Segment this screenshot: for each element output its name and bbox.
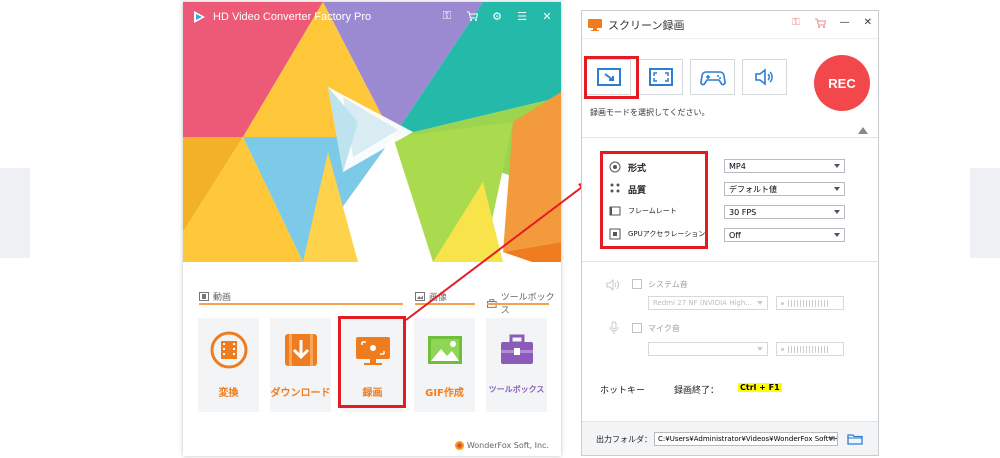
system-sound-label: システム音 — [648, 280, 688, 289]
hotkey-value[interactable]: Ctrl + F1 — [738, 383, 782, 392]
highlight-region-mode — [584, 56, 639, 99]
app-logo-icon — [194, 11, 205, 23]
section-video-label: 動画 — [199, 290, 231, 303]
toolbox-icon — [497, 330, 537, 370]
mic-device-select[interactable] — [648, 342, 768, 356]
mic-label: マイク音 — [648, 324, 680, 333]
mode-game-button[interactable] — [690, 59, 735, 95]
wonderfox-logo-icon — [454, 441, 464, 450]
mic-volume[interactable] — [776, 342, 844, 356]
output-footer: 出力フォルダ： C:¥Users¥Administrator¥Videos¥Wo… — [582, 421, 878, 455]
collapse-arrow-icon[interactable] — [858, 127, 868, 134]
hotkey-label: ホットキー — [600, 386, 646, 396]
mode-audio-button[interactable] — [742, 59, 787, 95]
close-icon[interactable]: ✕ — [539, 8, 555, 24]
framerate-select[interactable]: 30 FPS — [724, 205, 845, 219]
folder-icon[interactable] — [847, 433, 863, 445]
rec-cart-icon[interactable] — [814, 17, 826, 29]
download-icon — [281, 330, 321, 370]
speaker-icon — [754, 68, 773, 86]
separator-1 — [582, 137, 878, 138]
highlight-record-tile — [338, 316, 406, 408]
rec-key-icon[interactable]: ⚿ — [792, 17, 800, 29]
system-sound-icon — [606, 279, 619, 291]
fullscreen-icon — [648, 68, 673, 86]
gamepad-icon — [699, 71, 726, 86]
tile-toolbox-label: ツールボックス — [488, 385, 545, 394]
system-sound-volume[interactable] — [776, 296, 844, 310]
highlight-settings — [600, 151, 708, 249]
rec-button[interactable]: REC — [814, 55, 870, 111]
tile-download[interactable]: ダウンロード — [270, 318, 331, 412]
settings-icon[interactable]: ⚙ — [489, 8, 505, 24]
gif-image-icon — [425, 330, 465, 370]
key-icon[interactable]: ⚿ — [439, 8, 455, 24]
rec-titlebar: スクリーン録画 ⚿ — ✕ — [582, 11, 878, 39]
background-strip-right — [970, 168, 1000, 258]
tile-gif[interactable]: GIF作成 — [414, 318, 475, 412]
background-strip-left — [0, 168, 30, 258]
gpu-select[interactable]: Off — [724, 228, 845, 242]
section-video-divider — [199, 303, 403, 305]
format-select[interactable]: MP4 — [724, 159, 845, 173]
system-sound-device-select[interactable]: Redmi 27 NF (NVIDIA High... — [648, 296, 768, 310]
mode-hint: 録画モードを選択してください。 — [590, 108, 710, 117]
tile-toolbox[interactable]: ツールボックス — [486, 318, 547, 412]
rec-minimize-icon[interactable]: — — [840, 17, 850, 29]
menu-icon[interactable]: ☰ — [514, 8, 530, 24]
output-folder-label: 出力フォルダ： — [596, 435, 652, 444]
brand-footer: WonderFox Soft, Inc. — [454, 441, 549, 450]
convert-icon — [209, 330, 249, 370]
rec-title: スクリーン録画 — [608, 18, 685, 32]
cart-icon[interactable] — [464, 8, 480, 24]
quality-select[interactable]: デフォルト値 — [724, 182, 845, 196]
main-titlebar-controls: ⚿ ⚙ ☰ ✕ — [439, 8, 555, 24]
tile-download-label: ダウンロード — [270, 388, 331, 399]
tile-convert-label: 変換 — [218, 388, 239, 399]
rec-app-icon — [588, 18, 602, 31]
tile-gif-label: GIF作成 — [425, 388, 464, 399]
tile-convert[interactable]: 変換 — [198, 318, 259, 412]
separator-2 — [582, 261, 878, 262]
rec-close-icon[interactable]: ✕ — [864, 17, 872, 29]
mic-checkbox[interactable] — [632, 323, 642, 333]
microphone-icon — [609, 321, 619, 334]
system-sound-checkbox[interactable] — [632, 279, 642, 289]
mode-fullscreen-button[interactable] — [638, 59, 683, 95]
app-title: HD Video Converter Factory Pro — [213, 11, 372, 23]
hotkey-action: 録画終了： — [674, 386, 720, 396]
film-icon — [199, 292, 209, 301]
pointer-arrow — [405, 180, 592, 321]
output-folder-select[interactable]: C:¥Users¥Administrator¥Videos¥WonderFox … — [654, 432, 838, 446]
